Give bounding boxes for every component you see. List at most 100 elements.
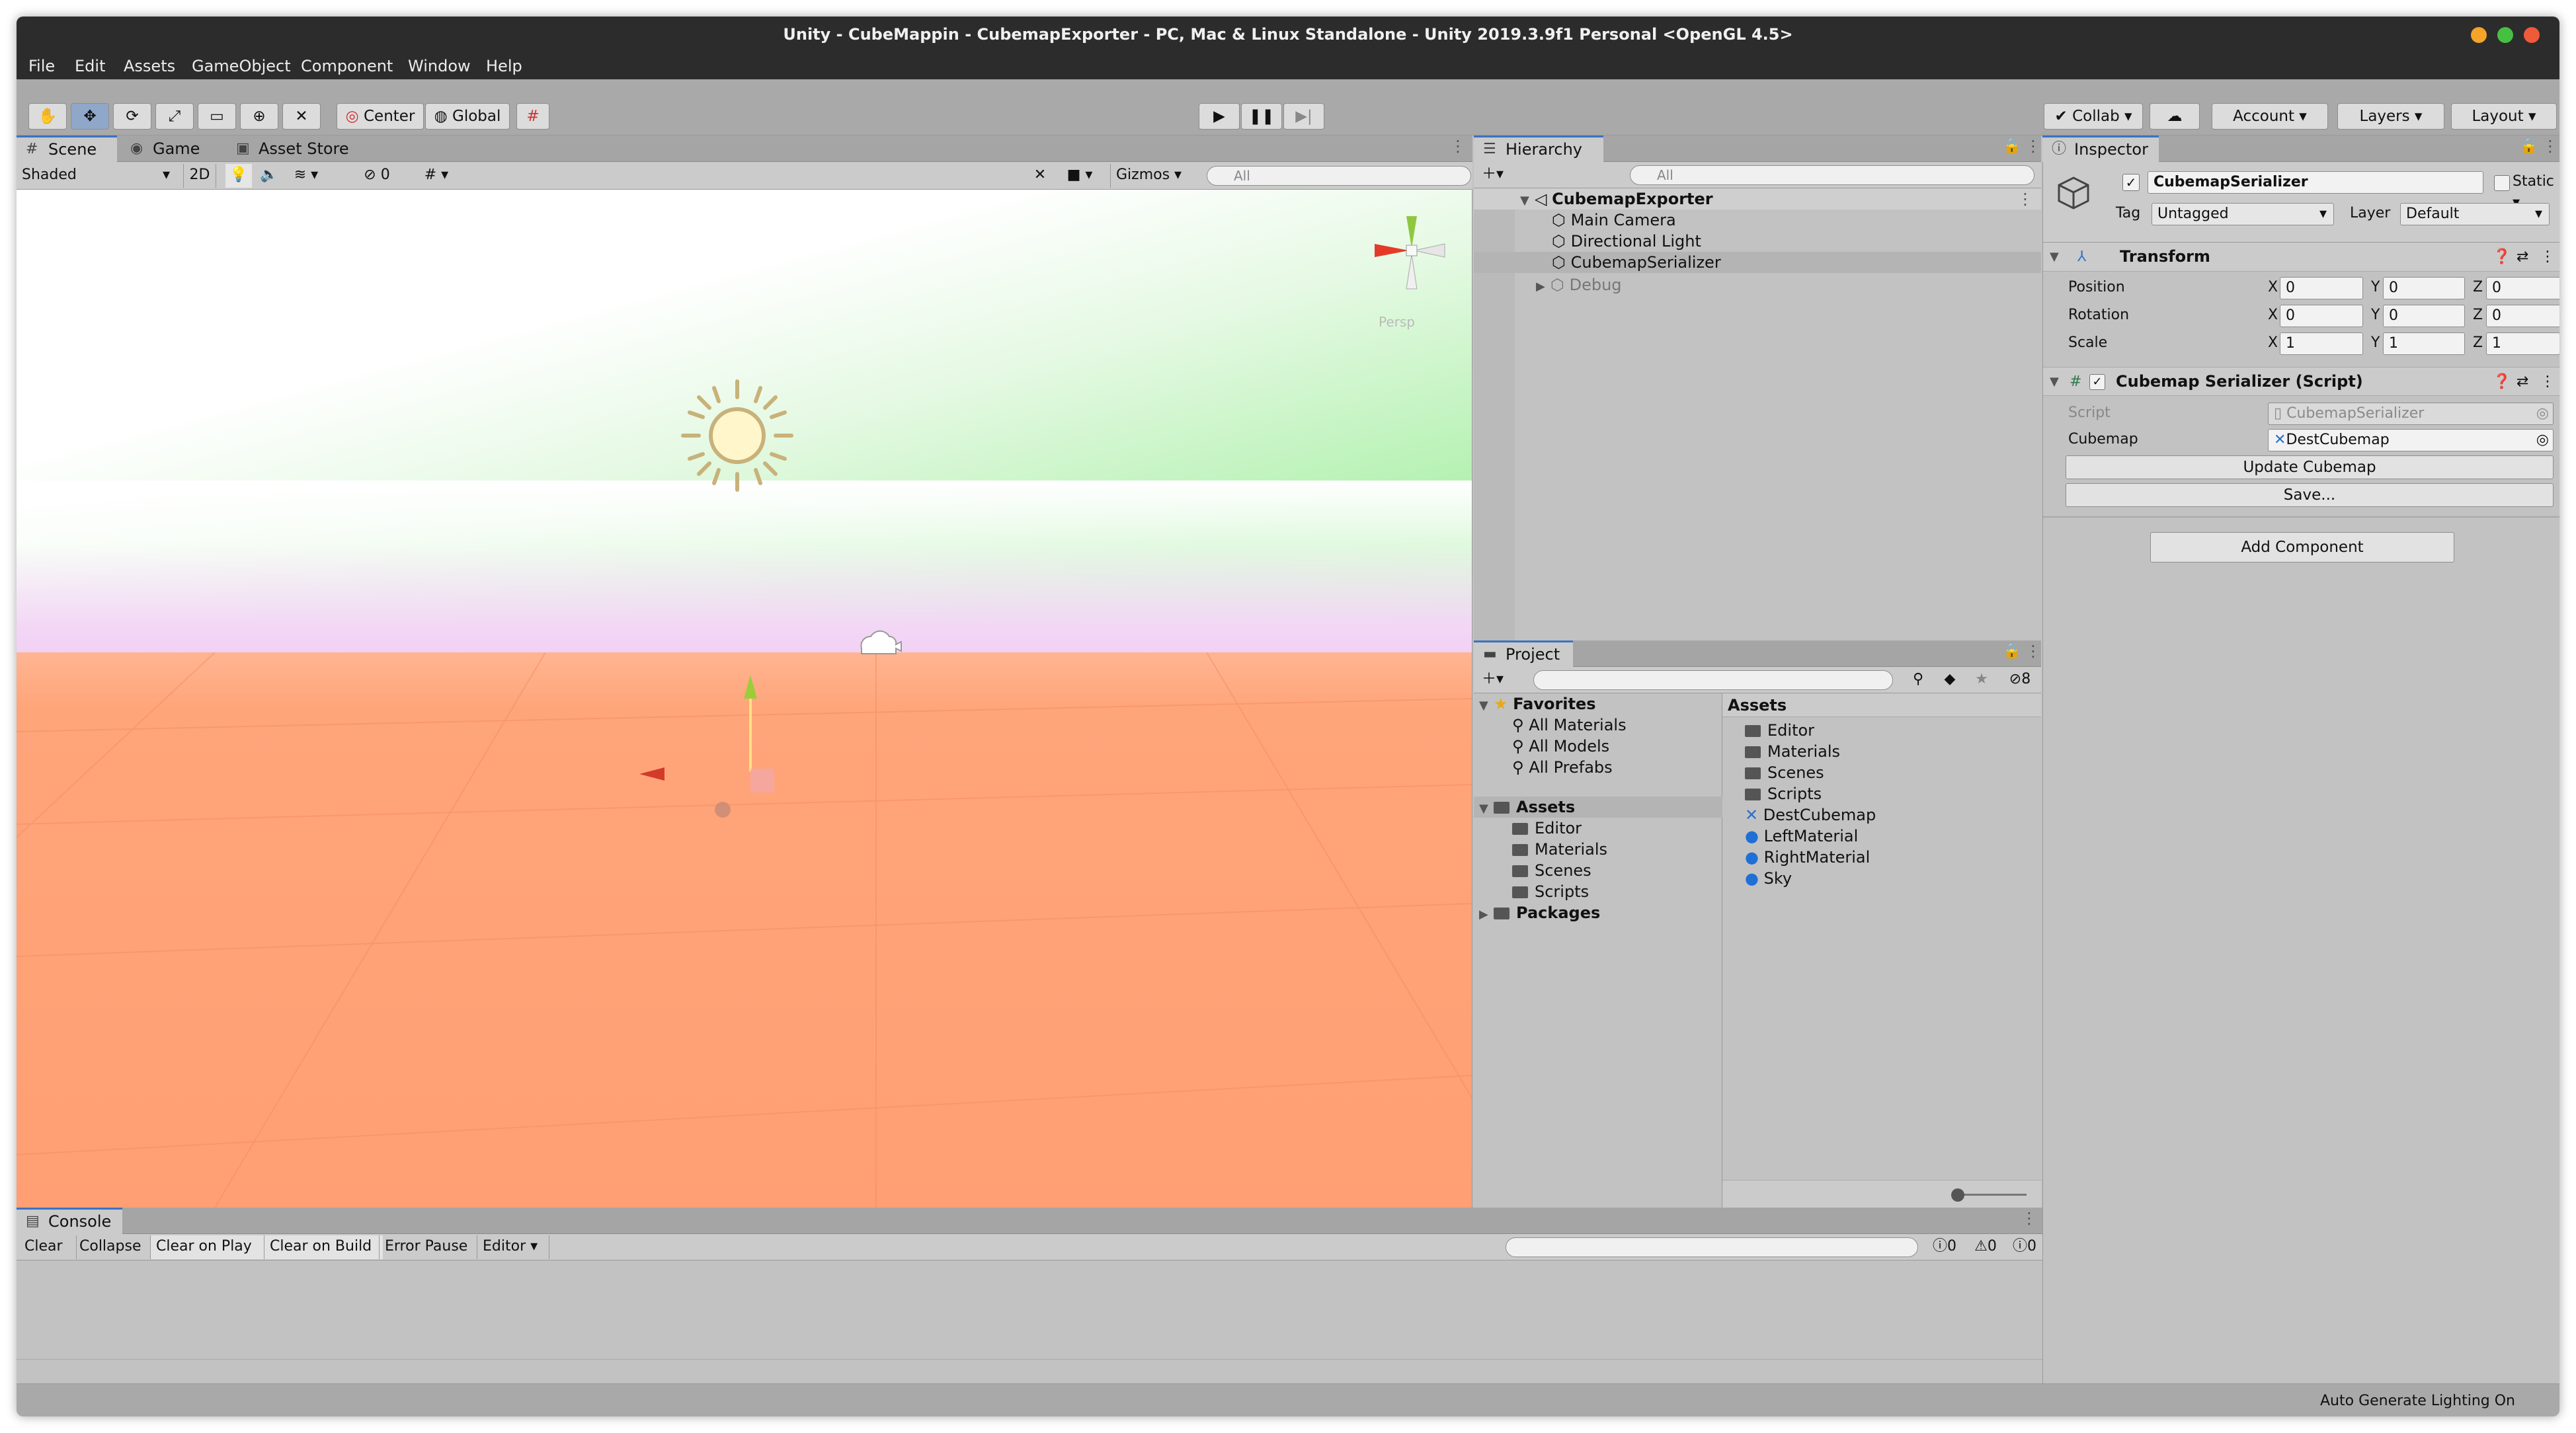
transform-tool-button[interactable]: ⊕ xyxy=(240,103,278,130)
favorite-item[interactable]: ⚲ All Prefabs xyxy=(1474,757,1613,778)
cubemap-field[interactable]: ✕DestCubemap ◎ xyxy=(2268,429,2554,451)
hierarchy-item[interactable]: ⬡ Directional Light xyxy=(1474,231,2041,252)
project-search-input[interactable] xyxy=(1533,670,1893,690)
asset-item[interactable]: Editor xyxy=(1722,720,1814,741)
lighting-toggle[interactable]: 💡 xyxy=(225,164,252,188)
asset-item[interactable]: ✕ DestCubemap xyxy=(1722,804,1876,826)
presets-icon[interactable]: ⇄ xyxy=(2516,247,2528,268)
scale-tool-button[interactable]: ⤢ xyxy=(155,103,194,130)
folder-item[interactable]: Editor xyxy=(1474,818,1582,839)
component-kebab-icon[interactable]: ⋮ xyxy=(2540,247,2555,268)
close-button[interactable] xyxy=(2524,27,2540,43)
step-button[interactable]: ▶| xyxy=(1283,103,1324,130)
tab-console[interactable]: ▤ Console xyxy=(17,1208,122,1234)
tag-dropdown[interactable]: Untagged ▾ xyxy=(2152,203,2334,225)
scene-viewport[interactable]: Persp xyxy=(17,190,1472,1208)
lighting-status-text[interactable]: Auto Generate Lighting On xyxy=(2320,1391,2515,1412)
scale-z-field[interactable]: 1 xyxy=(2486,332,2559,355)
active-checkbox[interactable]: ✓ xyxy=(2122,174,2140,191)
play-button[interactable]: ▶ xyxy=(1199,103,1240,130)
move-tool-button[interactable]: ✥ xyxy=(71,103,109,130)
rect-tool-button[interactable]: ▭ xyxy=(198,103,236,130)
gizmos-dropdown[interactable]: Gizmos ▾ xyxy=(1110,164,1196,188)
help-icon[interactable]: ❓ xyxy=(2493,371,2511,393)
asset-item[interactable]: Materials xyxy=(1722,741,1840,762)
console-search-input[interactable] xyxy=(1506,1237,1918,1257)
object-picker-icon[interactable]: ◎ xyxy=(2536,430,2549,451)
clear-on-build-toggle[interactable]: Clear on Build xyxy=(264,1235,383,1259)
asset-item[interactable]: ● LeftMaterial xyxy=(1722,826,1858,847)
hierarchy-search-input[interactable]: All xyxy=(1630,165,2034,185)
save-button[interactable]: Save... xyxy=(2066,483,2554,507)
console-collapse-button[interactable]: Collapse xyxy=(76,1235,161,1259)
rotation-y-field[interactable]: 0 xyxy=(2383,305,2465,327)
console-kebab-icon[interactable]: ⋮ xyxy=(2021,1209,2037,1227)
minimize-button[interactable] xyxy=(2471,27,2487,43)
hand-tool-button[interactable]: ✋ xyxy=(28,103,67,130)
component-enabled-checkbox[interactable]: ✓ xyxy=(2089,374,2105,390)
position-z-field[interactable]: 0 xyxy=(2486,277,2559,299)
hierarchy-create-button[interactable]: ＋▾ xyxy=(1482,163,1521,187)
favorite-item[interactable]: ⚲ All Materials xyxy=(1474,715,1627,736)
custom-tool-button[interactable]: ✕ xyxy=(282,103,321,130)
scene-root-row[interactable]: ▼ ◁ CubemapExporter ⋮ xyxy=(1474,188,2041,210)
menu-file[interactable]: File xyxy=(28,56,55,77)
project-create-button[interactable]: ＋▾ xyxy=(1482,668,1521,692)
grid-dropdown[interactable]: # ▾ xyxy=(407,164,466,188)
update-cubemap-button[interactable]: Update Cubemap xyxy=(2066,455,2554,479)
tab-project[interactable]: ▬ Project xyxy=(1474,640,1573,667)
clear-on-play-toggle[interactable]: Clear on Play xyxy=(150,1235,269,1259)
inspector-kebab-icon[interactable]: ⋮ xyxy=(2542,137,2558,155)
layer-dropdown[interactable]: Default ▾ xyxy=(2400,203,2550,225)
position-x-label[interactable]: X xyxy=(2268,277,2278,298)
folder-item[interactable]: Materials xyxy=(1474,839,1607,860)
console-clear-button[interactable]: Clear xyxy=(22,1235,75,1259)
tab-asset-store[interactable]: ▣ Asset Store xyxy=(227,136,359,162)
persp-label[interactable]: Persp xyxy=(1379,314,1415,330)
layout-dropdown[interactable]: Layout ▾ xyxy=(2451,103,2557,130)
tab-game[interactable]: ◉ Game xyxy=(121,136,220,162)
menu-help[interactable]: Help xyxy=(486,56,522,77)
pause-button[interactable]: ❚❚ xyxy=(1241,103,1282,130)
scale-x-label[interactable]: X xyxy=(2268,332,2278,354)
account-dropdown[interactable]: Account ▾ xyxy=(2212,103,2328,130)
hierarchy-kebab-icon[interactable]: ⋮ xyxy=(2025,137,2041,155)
project-kebab-icon[interactable]: ⋮ xyxy=(2025,642,2041,660)
rotation-z-field[interactable]: 0 xyxy=(2486,305,2559,327)
folder-item[interactable]: Scripts xyxy=(1474,881,1589,902)
console-log-list[interactable] xyxy=(17,1260,2042,1360)
icon-size-slider[interactable] xyxy=(1955,1194,2027,1196)
camera-dropdown[interactable]: ■ ▾ xyxy=(1059,164,1101,188)
search-by-type-button[interactable]: ⚲ xyxy=(1904,668,1933,692)
scene-search-input[interactable]: All xyxy=(1207,166,1471,186)
effects-dropdown[interactable]: ≋ ▾ xyxy=(286,164,326,188)
hidden-packages-toggle[interactable]: ⊘8 xyxy=(2000,668,2040,692)
assets-root-row[interactable]: ▼ Assets xyxy=(1474,796,1722,818)
lock-icon[interactable]: 🔒 xyxy=(2520,138,2538,155)
help-icon[interactable]: ❓ xyxy=(2493,247,2511,268)
error-pause-toggle[interactable]: Error Pause xyxy=(379,1235,493,1259)
asset-item[interactable]: Scripts xyxy=(1722,783,1822,804)
favorite-button[interactable]: ★ xyxy=(1967,668,1996,692)
menu-gameobject[interactable]: GameObject xyxy=(192,56,291,77)
editor-dropdown[interactable]: Editor ▾ xyxy=(477,1235,549,1259)
lock-icon[interactable]: 🔒 xyxy=(2003,138,2021,155)
pivot-global-toggle[interactable]: ◍ Global xyxy=(425,103,510,130)
rotation-y-label[interactable]: Y xyxy=(2371,305,2380,326)
folder-item[interactable]: Scenes xyxy=(1474,860,1591,881)
tab-scene[interactable]: # Scene xyxy=(17,136,117,162)
position-z-label[interactable]: Z xyxy=(2473,277,2483,298)
icon-size-slider-thumb[interactable] xyxy=(1951,1188,1964,1202)
tab-inspector[interactable]: ⓘ Inspector xyxy=(2042,136,2159,162)
position-x-field[interactable]: 0 xyxy=(2280,277,2363,299)
maximize-button[interactable] xyxy=(2497,27,2513,43)
info-count-toggle[interactable]: ⓘ0 xyxy=(2007,1235,2042,1259)
audio-toggle[interactable]: 🔈 xyxy=(256,164,282,188)
script-component-header[interactable]: ▼ # ✓ Cubemap Serializer (Script) ❓ ⇄ ⋮ xyxy=(2043,367,2559,396)
asset-item[interactable]: Scenes xyxy=(1722,762,1824,783)
asset-item[interactable]: ● Sky xyxy=(1722,868,1792,889)
hierarchy-item-inactive[interactable]: ▶ ⬡ Debug xyxy=(1474,274,2041,295)
rotation-x-label[interactable]: X xyxy=(2268,305,2278,326)
object-name-field[interactable]: CubemapSerializer xyxy=(2148,171,2483,194)
favorite-item[interactable]: ⚲ All Models xyxy=(1474,736,1609,757)
